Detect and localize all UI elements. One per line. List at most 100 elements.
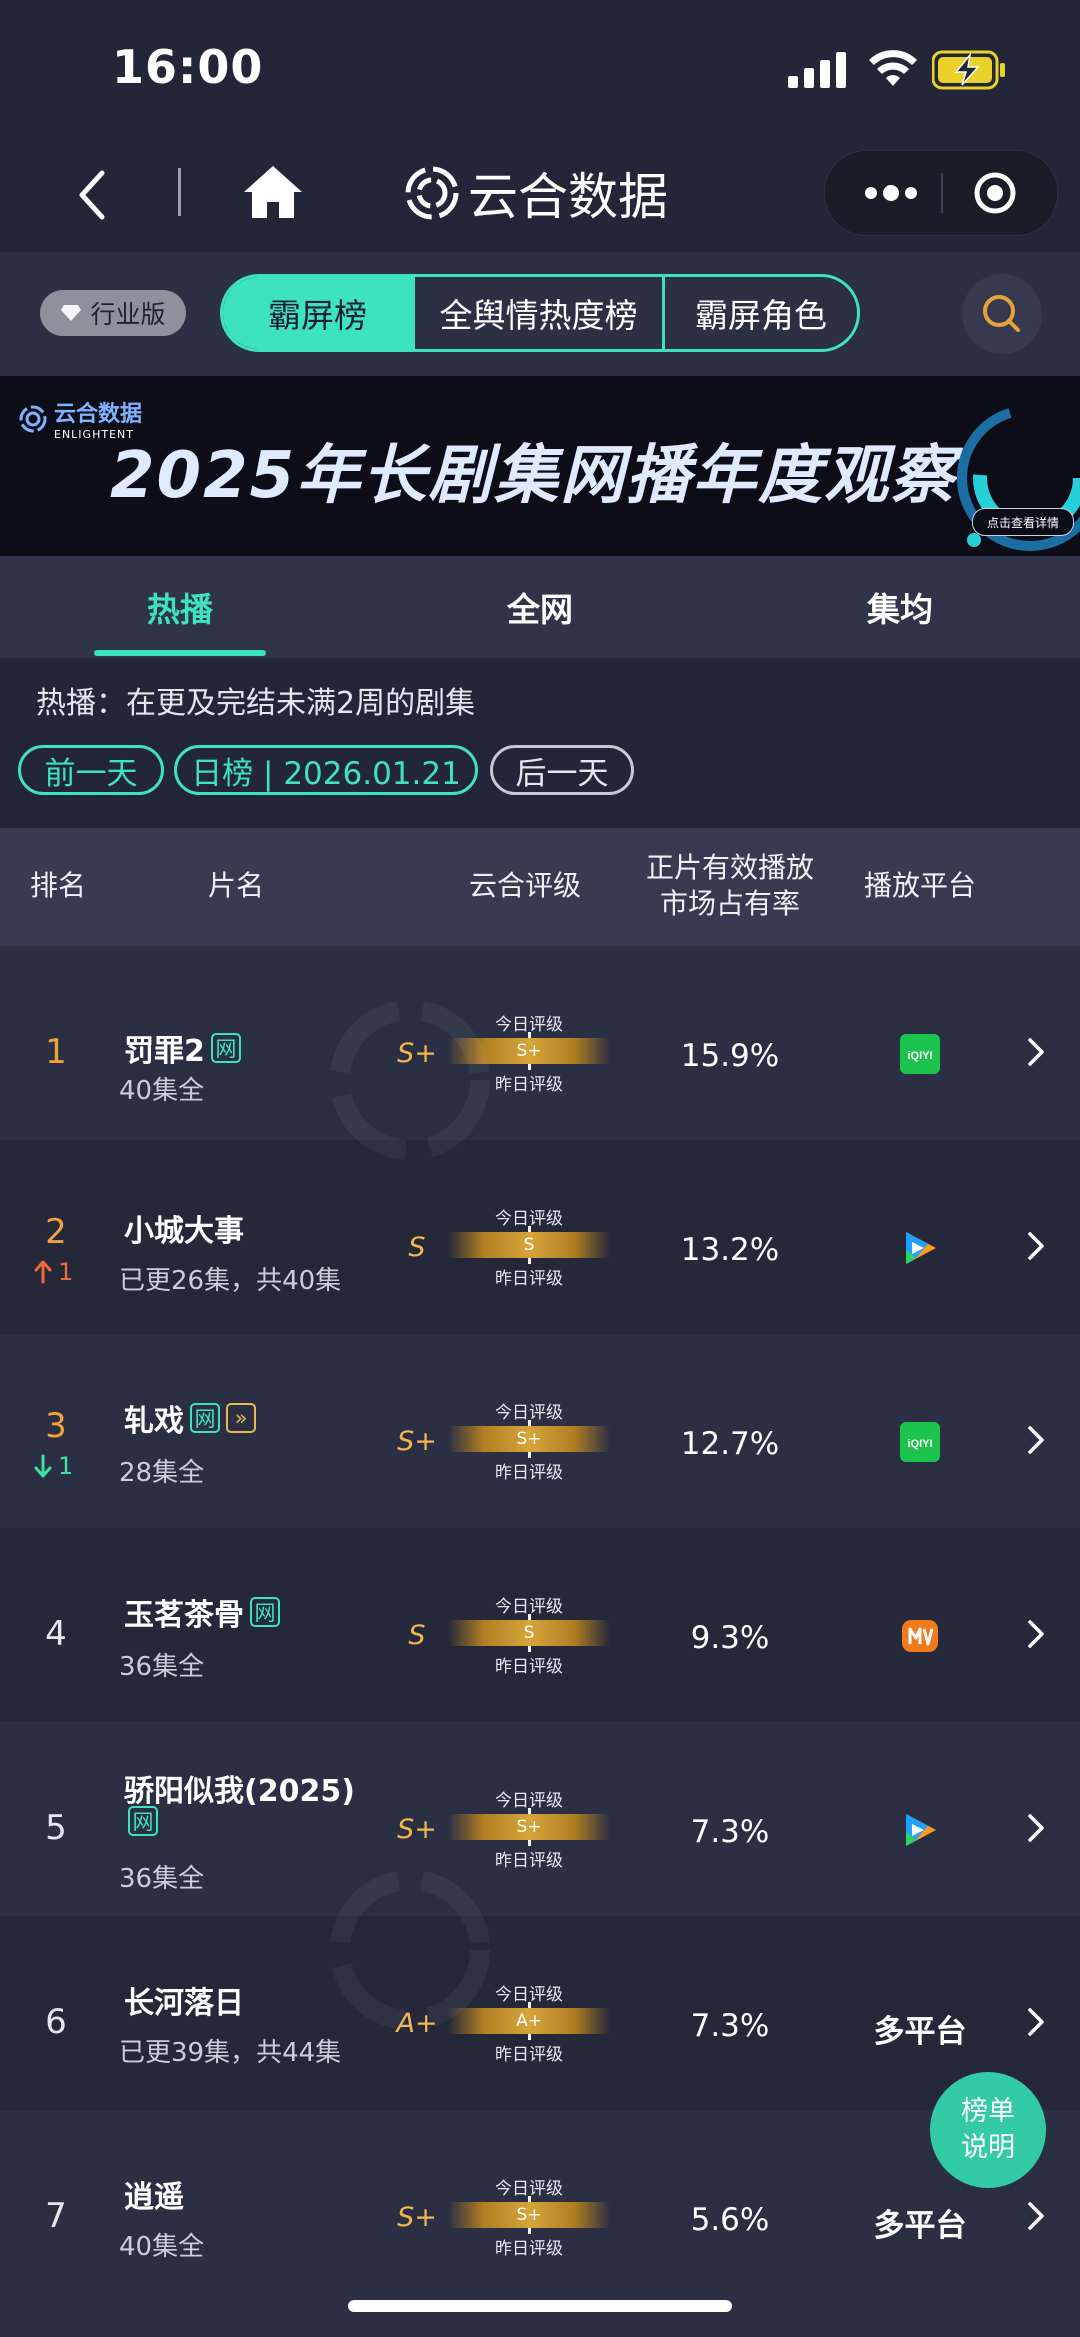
subtab-jijun[interactable]: 集均 (814, 556, 986, 658)
chevron-right-icon[interactable] (1024, 1808, 1048, 1848)
episode-info: 已更26集，共40集 (119, 1266, 342, 1296)
segment-bapingbang[interactable]: 霸屏榜 (223, 277, 415, 349)
prev-day-button[interactable]: 前一天 (18, 745, 164, 795)
episode-info: 36集全 (119, 1652, 205, 1682)
table-row[interactable]: 1 罚罪2 网 40集全 S+ 今日评级 S+ 昨日评级 15.9% iQIYI (0, 946, 1080, 1140)
episode-info: 已更39集，共44集 (119, 2038, 342, 2068)
web-drama-tag: 网 (210, 1033, 241, 1063)
gauge-value: S+ (516, 1817, 542, 1837)
iqiyi-icon: iQIYI (900, 1422, 940, 1462)
episode-info: 40集全 (119, 2232, 205, 2262)
segment-quanyuqing[interactable]: 全舆情热度榜 (415, 277, 665, 349)
back-arrow-icon[interactable] (72, 165, 112, 225)
rating-gauge: 今日评级 S+ 昨日评级 (448, 1398, 610, 1483)
wifi-icon (869, 50, 917, 86)
market-share: 12.7% (680, 1426, 780, 1462)
rank-change-value: 1 (58, 1258, 74, 1286)
drama-title-text: 罚罪2 (124, 1034, 205, 1069)
gauge-yesterday-label: 昨日评级 (495, 1657, 563, 1677)
grade-label: S (408, 1620, 426, 1651)
market-share: 7.3% (690, 2008, 770, 2044)
next-day-button[interactable]: 后一天 (490, 745, 634, 795)
iqiyi-logo-text: iQIYI (907, 1438, 932, 1450)
rank-number: 4 (45, 1614, 67, 1654)
home-icon[interactable] (240, 160, 306, 226)
gauge-value: S (523, 1235, 535, 1255)
close-miniprogram-icon[interactable] (973, 171, 1017, 215)
chevron-right-icon[interactable] (1024, 1226, 1048, 1266)
market-share: 7.3% (690, 1814, 770, 1850)
table-row[interactable]: 3 1 轧戏 网 » 28集全 S+ 今日评级 S+ 昨日评级 12.7% iQ… (0, 1334, 1080, 1528)
rank-number: 6 (45, 2002, 67, 2042)
rank-number: 7 (45, 2196, 67, 2236)
diamond-icon (61, 305, 82, 321)
subtab-quanwang-label: 全网 (507, 590, 573, 629)
gauge-value: S+ (516, 1429, 542, 1449)
chevron-right-icon[interactable] (1024, 1614, 1048, 1654)
sub-tab-bar: 热播 全网 集均 (0, 556, 1080, 658)
search-button[interactable] (962, 274, 1042, 354)
rank-change-value: 1 (58, 1452, 74, 1480)
active-tab-underline (94, 650, 266, 656)
gauge-value: S+ (516, 2205, 542, 2225)
chevron-right-icon[interactable] (1024, 1420, 1048, 1460)
header-rating: 云合评级 (468, 869, 581, 902)
table-row[interactable]: 4 玉茗茶骨 网 36集全 S 今日评级 S 昨日评级 9.3% (0, 1528, 1080, 1722)
banner-title: 2025年长剧集网播年度观察 (110, 439, 957, 513)
list-description: 热播：在更及完结未满2周的剧集 (36, 686, 476, 721)
rating-gauge: 今日评级 S+ 昨日评级 (448, 1786, 610, 1871)
rank-number: 3 (45, 1406, 67, 1446)
brand-title: 云合数据 (468, 168, 668, 226)
drama-title-text: 逍遥 (124, 2180, 184, 2215)
tencent-video-icon (906, 1232, 936, 1264)
web-drama-tag: 网 (128, 1806, 158, 1836)
industry-badge-label: 行业版 (90, 300, 166, 329)
banner-cta[interactable]: 点击查看详情 (972, 508, 1074, 536)
table-row[interactable]: 5 骄阳似我(2025) 网 36集全 S+ 今日评级 S+ 昨日评级 7.3% (0, 1722, 1080, 1916)
mango-tv-icon (902, 1620, 938, 1652)
chevron-right-icon[interactable] (1024, 2196, 1048, 2236)
ranking-explanation-button[interactable]: 榜单 说明 (930, 2072, 1046, 2188)
arrow-up-icon (34, 1260, 52, 1284)
table-row[interactable]: 6 长河落日 已更39集，共44集 A+ 今日评级 A+ 昨日评级 7.3% 多… (0, 1916, 1080, 2110)
episode-info: 36集全 (119, 1864, 205, 1894)
table-row[interactable]: 2 1 小城大事 已更26集，共40集 S 今日评级 S 昨日评级 13.2% (0, 1140, 1080, 1334)
episode-info: 28集全 (119, 1458, 205, 1488)
fab-line1: 榜单 (961, 2096, 1015, 2127)
subtab-quanwang[interactable]: 全网 (454, 556, 626, 658)
rating-gauge: 今日评级 S+ 昨日评级 (448, 2174, 610, 2259)
drama-title-text: 骄阳似我(2025) (124, 1774, 355, 1809)
table-header: 排名 片名 云合评级 正片有效播放 市场占有率 播放平台 (0, 828, 1080, 946)
segment-role[interactable]: 霸屏角色 (665, 277, 857, 349)
web-drama-tag: 网 (250, 1597, 280, 1627)
search-icon (983, 295, 1020, 332)
chevron-right-icon[interactable] (1024, 1032, 1048, 1072)
gauge-yesterday-label: 昨日评级 (495, 1269, 563, 1289)
chevron-right-icon[interactable] (1024, 2002, 1048, 2042)
home-indicator[interactable] (348, 2300, 732, 2312)
subtab-rebo-label: 热播 (147, 590, 213, 629)
rank-number: 2 (45, 1212, 67, 1252)
industry-version-badge[interactable]: 行业版 (40, 290, 186, 336)
status-time: 16:00 (112, 40, 264, 94)
drama-title: 逍遥 (124, 2172, 184, 2216)
more-dots-icon[interactable] (861, 181, 921, 205)
yunhe-logo-icon (19, 405, 47, 432)
drama-title: 罚罪2 网 (124, 1026, 241, 1070)
rank-change: 1 (34, 1258, 73, 1286)
rating-gauge: 今日评级 S 昨日评级 (448, 1592, 610, 1677)
promo-banner[interactable]: 云合数据 ENLIGHTENT 2025年长剧集网播年度观察 点击查看详情 (0, 376, 1080, 556)
rating-gauge: 今日评级 S 昨日评级 (448, 1204, 610, 1289)
episode-info: 40集全 (119, 1076, 205, 1106)
header-share-line2: 市场占有率 (659, 887, 800, 920)
drama-title: 小城大事 (124, 1206, 244, 1250)
platform-label: 多平台 (873, 2014, 967, 2050)
subtab-rebo[interactable]: 热播 (94, 556, 266, 658)
market-share: 9.3% (690, 1620, 770, 1656)
ranking-segmented-control: 霸屏榜 全舆情热度榜 霸屏角色 (220, 274, 860, 352)
current-date-button[interactable]: 日榜 | 2026.01.21 (174, 745, 478, 795)
rank-change: 1 (34, 1452, 73, 1480)
drama-title: 骄阳似我(2025) (124, 1766, 355, 1810)
drama-title: 玉茗茶骨 网 (124, 1590, 280, 1634)
gauge-yesterday-label: 昨日评级 (495, 2045, 563, 2065)
